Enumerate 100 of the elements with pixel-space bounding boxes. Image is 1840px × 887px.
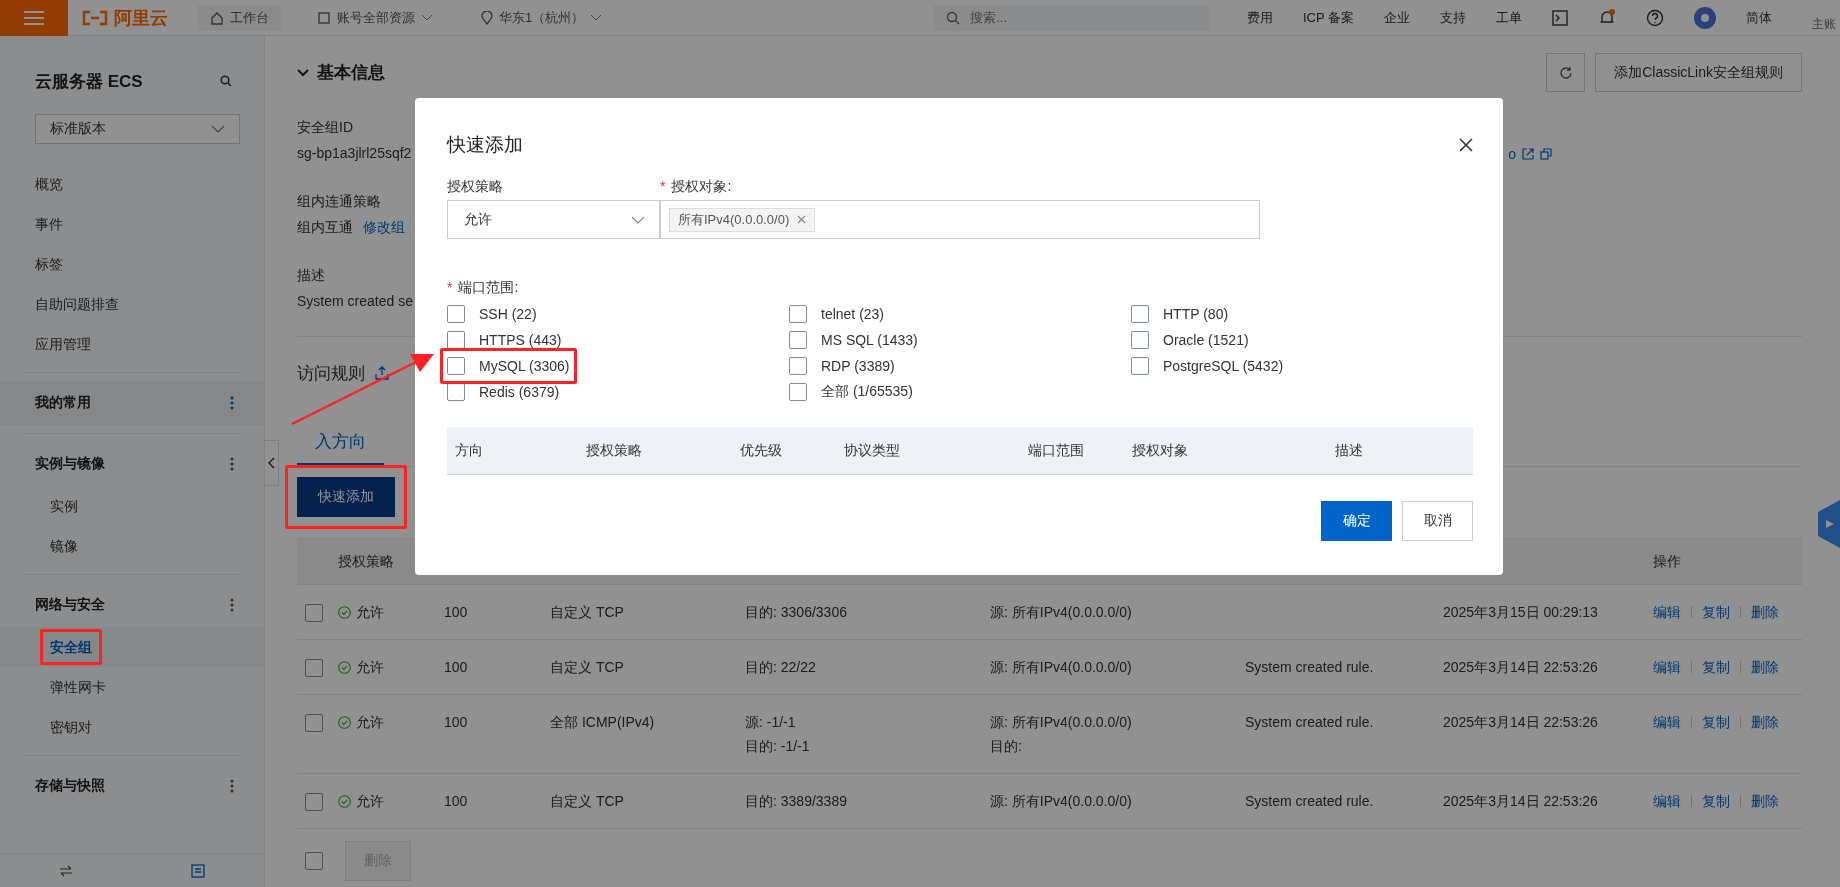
sidebar-item[interactable]: 概览 bbox=[0, 164, 264, 204]
region-dropdown[interactable]: 华东1（杭州） bbox=[469, 4, 615, 31]
checkbox[interactable] bbox=[789, 331, 807, 349]
checkbox-label[interactable]: MS SQL (1433) bbox=[821, 332, 918, 348]
more-icon[interactable] bbox=[230, 457, 234, 471]
help-icon[interactable] bbox=[1646, 8, 1664, 27]
checkbox-label[interactable]: SSH (22) bbox=[479, 306, 537, 322]
checkbox[interactable] bbox=[447, 305, 465, 323]
action-link[interactable]: 删除 bbox=[1751, 600, 1779, 624]
action-link[interactable]: 复制 bbox=[1702, 655, 1730, 679]
action-link[interactable]: 删除 bbox=[1751, 710, 1779, 734]
more-icon[interactable] bbox=[230, 396, 234, 410]
external-link-icon[interactable] bbox=[1522, 148, 1534, 160]
sidebar-item[interactable]: 安全组 bbox=[0, 627, 264, 667]
checkbox[interactable] bbox=[305, 793, 323, 812]
sidebar-item[interactable]: 应用管理 bbox=[0, 324, 264, 364]
action-link[interactable]: 复制 bbox=[1702, 710, 1730, 734]
table-cell-text: 100 bbox=[444, 713, 469, 732]
link-text[interactable]: o bbox=[1508, 146, 1516, 162]
sidebar-item[interactable]: 实例 bbox=[0, 486, 264, 526]
table-cell-text: 2025年3月14日 22:53:26 bbox=[1443, 713, 1599, 732]
checkbox[interactable] bbox=[1131, 331, 1149, 349]
resource-dropdown[interactable]: 账号全部资源 bbox=[305, 4, 445, 31]
checkbox[interactable] bbox=[789, 305, 807, 323]
more-icon[interactable] bbox=[230, 779, 234, 793]
checkbox-label[interactable]: HTTP (80) bbox=[1163, 306, 1229, 322]
action-link[interactable]: 删除 bbox=[1751, 789, 1779, 813]
checkbox-label[interactable]: Oracle (1521) bbox=[1163, 332, 1249, 348]
modify-link[interactable]: 修改组 bbox=[363, 214, 405, 240]
top-nav-link[interactable]: 支持 bbox=[1440, 8, 1466, 27]
close-icon[interactable] bbox=[1459, 138, 1473, 152]
export-icon[interactable] bbox=[375, 366, 389, 380]
top-nav-link[interactable]: 企业 bbox=[1384, 8, 1410, 27]
checkbox-label[interactable]: HTTPS (443) bbox=[479, 332, 562, 348]
quick-add-button[interactable]: 快速添加 bbox=[297, 477, 395, 517]
sidebar-item[interactable]: 标签 bbox=[0, 244, 264, 284]
search-field[interactable]: 搜索... bbox=[934, 4, 1210, 31]
search-icon[interactable] bbox=[220, 75, 232, 87]
action-link[interactable]: 编辑 bbox=[1653, 600, 1681, 624]
sidebar-item[interactable]: 事件 bbox=[0, 204, 264, 244]
action-link[interactable]: 复制 bbox=[1702, 789, 1730, 813]
more-icon[interactable] bbox=[230, 598, 234, 612]
workbench-link[interactable]: 工作台 bbox=[198, 4, 281, 31]
checkbox[interactable] bbox=[305, 714, 323, 733]
tag-chip[interactable]: 所有IPv4(0.0.0.0/0) bbox=[669, 207, 816, 232]
checkbox[interactable] bbox=[305, 659, 323, 678]
terminal-icon[interactable] bbox=[1552, 9, 1568, 26]
checkbox[interactable] bbox=[789, 357, 807, 375]
group-title[interactable]: 实例与镜像 bbox=[35, 455, 105, 473]
group-title[interactable]: 存储与快照 bbox=[35, 777, 105, 795]
action-link[interactable]: 编辑 bbox=[1653, 710, 1681, 734]
top-nav-link[interactable]: 工单 bbox=[1496, 8, 1522, 27]
action-link[interactable]: 删除 bbox=[1751, 655, 1779, 679]
checkbox-label[interactable]: Redis (6379) bbox=[479, 384, 560, 400]
sidebar-item[interactable]: 密钥对 bbox=[0, 707, 264, 747]
check-circle-icon bbox=[338, 660, 351, 674]
language-link[interactable]: 简体 bbox=[1746, 8, 1772, 27]
confirm-button[interactable]: 确定 bbox=[1321, 501, 1392, 541]
direction-tab[interactable]: 入方向 bbox=[297, 430, 384, 466]
action-link[interactable]: 编辑 bbox=[1653, 789, 1681, 813]
action-link[interactable]: 编辑 bbox=[1653, 655, 1681, 679]
sidebar-item[interactable]: 弹性网卡 bbox=[0, 667, 264, 707]
checkbox[interactable] bbox=[447, 331, 465, 349]
collapse-handle[interactable] bbox=[265, 440, 279, 486]
search-icon bbox=[946, 10, 961, 25]
checkbox-label[interactable]: PostgreSQL (5432) bbox=[1163, 358, 1284, 374]
checkbox-label[interactable]: 全部 (1/65535) bbox=[821, 383, 913, 401]
target-field[interactable]: 所有IPv4(0.0.0.0/0) bbox=[660, 200, 1260, 239]
policy-select[interactable]: 允许 bbox=[447, 200, 660, 239]
sidebar-item[interactable]: 自助问题排查 bbox=[0, 284, 264, 324]
checkbox[interactable] bbox=[447, 357, 465, 375]
top-nav-link[interactable]: 费用 bbox=[1246, 8, 1273, 27]
version-select[interactable]: 标准版本 bbox=[35, 114, 240, 144]
add-classiclink-button[interactable]: 添加ClassicLink安全组规则 bbox=[1595, 53, 1802, 92]
checkbox-label[interactable]: RDP (3389) bbox=[821, 358, 895, 374]
group-title[interactable]: 网络与安全 bbox=[35, 596, 105, 614]
action-link[interactable]: 复制 bbox=[1702, 600, 1730, 624]
checkbox[interactable] bbox=[789, 383, 807, 401]
sidebar-item[interactable]: 镜像 bbox=[0, 526, 264, 566]
swap-icon[interactable] bbox=[59, 864, 73, 877]
group-header[interactable]: 我的常用 bbox=[0, 381, 264, 425]
avatar-icon[interactable] bbox=[1694, 6, 1716, 29]
copy-icon[interactable] bbox=[1540, 148, 1552, 160]
table-cell-text: 允许 bbox=[356, 658, 384, 677]
list-icon[interactable] bbox=[191, 863, 205, 878]
top-nav-link[interactable]: ICP 备案 bbox=[1302, 8, 1354, 27]
refresh-button[interactable] bbox=[1546, 53, 1586, 92]
checkbox-label[interactable]: MySQL (3306) bbox=[479, 358, 570, 374]
home-icon bbox=[210, 10, 224, 25]
grid-icon bbox=[317, 10, 331, 25]
table-cell-text: 源: 所有IPv4(0.0.0.0/0) bbox=[990, 658, 1133, 677]
checkbox-label[interactable]: telnet (23) bbox=[821, 306, 885, 322]
column-header: 方向 bbox=[454, 441, 483, 460]
checkbox[interactable] bbox=[1131, 305, 1149, 323]
cancel-button[interactable]: 取消 bbox=[1402, 501, 1473, 541]
table-cell-text: 目的: 3389/3389 bbox=[745, 792, 848, 811]
field-label: 授权对象: bbox=[671, 177, 732, 196]
checkbox[interactable] bbox=[305, 604, 323, 623]
menu-button[interactable] bbox=[0, 0, 68, 36]
checkbox[interactable] bbox=[1131, 357, 1149, 375]
